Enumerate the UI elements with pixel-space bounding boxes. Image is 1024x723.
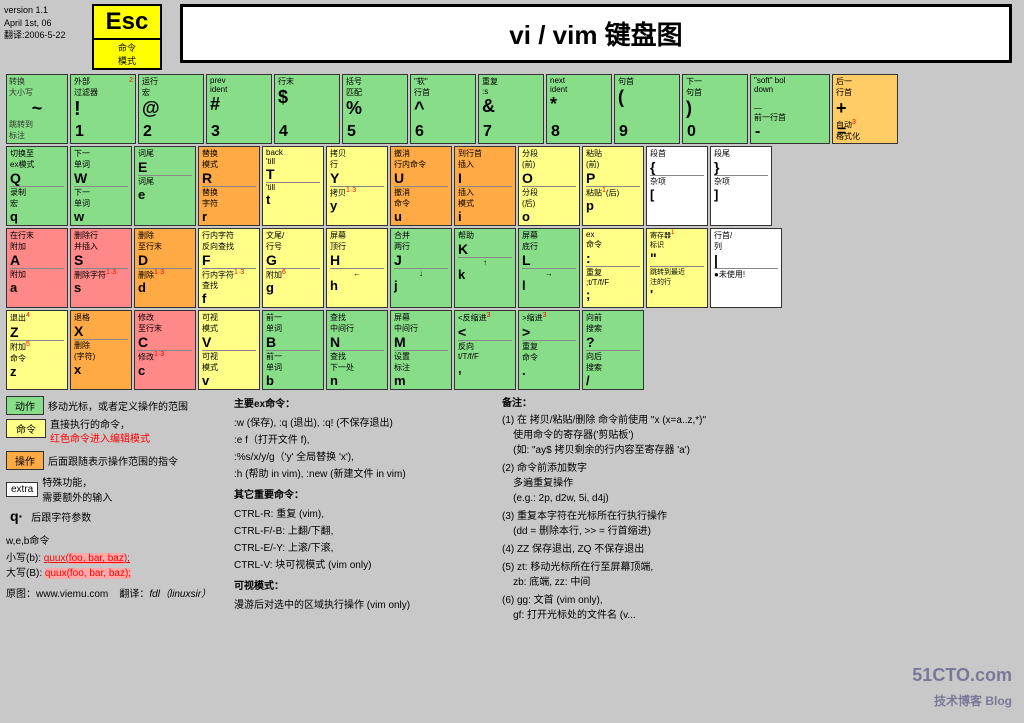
key-p: 粘贴(前) P 粘贴1(后) p	[582, 146, 644, 226]
source-row: 原图：www.viemu.com 翻译：fdl（linuxsir）	[6, 585, 226, 600]
asdf-row: 在行末附加 A 附加 a 删除行并插入 S 删除字符1·3 s 删除至行末 D …	[6, 228, 1020, 309]
zxcv-row: 退出4 Z 附加5命令 z 退格 X 删除(字符) x 修改至行末 C 修改1·…	[6, 310, 1020, 390]
legend-extra-desc: 特殊功能，需要额外的输入	[42, 474, 112, 504]
key-brace-open: 段首 { 杂项 [	[646, 146, 708, 226]
version-info: version 1.1 April 1st, 06 翻译:2006-5-22	[4, 4, 92, 42]
key-t: back'till T 'till t	[262, 146, 324, 226]
key-4: 行末 $ 4	[274, 74, 340, 144]
tilde-key: 转换大小写 ~ 跳转到标注	[6, 74, 68, 144]
esc-label: 命令 模式	[92, 40, 162, 70]
key-question: 向前搜索 ? 向后搜索 /	[582, 310, 644, 390]
key-e: 词尾 E 词尾 e	[134, 146, 196, 226]
legend-q: q·	[6, 508, 27, 524]
key-g: 文尾/行号 G 附加6 g	[262, 228, 324, 309]
key-c: 修改至行末 C 修改1·3 c	[134, 310, 196, 390]
key-0: 下一句首 ) 0	[682, 74, 748, 144]
key-lt: <反缩进3 < 反向t/T/f/F ,	[454, 310, 516, 390]
lower-b-row: 小写(b): quux(foo, bar, baz);	[6, 549, 226, 564]
key-9: 句首 ( 9	[614, 74, 680, 144]
key-o: 分段(前) O 分段(后) o	[518, 146, 580, 226]
commands-col: 主要ex命令： :w (保存), :q (退出), :q! (不保存退出) :e…	[234, 396, 494, 623]
key-m: 屏幕中间行 M 设置标注 m	[390, 310, 452, 390]
key-q: 切换至ex模式 Q 录制宏 q	[6, 146, 68, 226]
key-k: 帮助 K ↑ k	[454, 228, 516, 309]
key-j: 合并两行 J ↓ j	[390, 228, 452, 309]
legend-action-desc: 移动光标，或者定义操作的范围	[48, 398, 188, 413]
key-3: prevident # 3	[206, 74, 272, 144]
key-b: 前一单词 B 前一单词 b	[262, 310, 324, 390]
legend-command: 命令	[6, 419, 46, 438]
wb-command: w,e,b命令	[6, 532, 226, 547]
key-u: 撤消行内命令 U 撤消命令 u	[390, 146, 452, 226]
legend-col: 动作 移动光标，或者定义操作的范围 命令 直接执行的命令，红色命令进入编辑模式 …	[6, 396, 226, 623]
key-colon: ex命令 : 重复;t/T/f/F ;	[582, 228, 644, 309]
key-z: 退出4 Z 附加5命令 z	[6, 310, 68, 390]
legend-action: 动作	[6, 396, 44, 415]
key-1: 外部过滤器 ! 1 2	[70, 74, 136, 144]
watermark: 51CTO.com技术博客 Blog	[912, 664, 1012, 711]
info-section: 动作 移动光标，或者定义操作的范围 命令 直接执行的命令，红色命令进入编辑模式 …	[6, 396, 1020, 623]
key-backslash: 行首/列 | ●未使用!	[710, 228, 782, 309]
key-7: 重复:s & 7	[478, 74, 544, 144]
key-f: 行内字符反向查找 F 行内字符1·3查找 f	[198, 228, 260, 309]
qwerty-row: 切换至ex模式 Q 录制宏 q 下一单词 W 下一单词 w 词尾 E 词尾 e …	[6, 146, 1020, 226]
key-quote: 寄存器1标识 " 跳转到最近注的行 '	[646, 228, 708, 309]
key-5: 括号匹配 % 5	[342, 74, 408, 144]
upper-b-row: 大写(B): quux(foo, bar, baz);	[6, 564, 226, 579]
key-a: 在行末附加 A 附加 a	[6, 228, 68, 309]
key-i: 到行首插入 I 插入模式 i	[454, 146, 516, 226]
header-row: version 1.1 April 1st, 06 翻译:2006-5-22 E…	[4, 4, 1020, 70]
key-y: 拷贝行 Y 拷贝1·3 y	[326, 146, 388, 226]
key-w: 下一单词 W 下一单词 w	[70, 146, 132, 226]
key-n: 查找中间行 N 查找下一处 n	[326, 310, 388, 390]
key-equals: 后一行首 + 自动3格式化 =	[832, 74, 898, 144]
key-d: 删除至行末 D 删除1·3 d	[134, 228, 196, 309]
key-2: 运行宏 @ 2	[138, 74, 204, 144]
key-minus: "soft" boldown _ 前一行首 -	[750, 74, 830, 144]
legend-operation-desc: 后面跟随表示操作范围的指令	[48, 453, 178, 468]
key-h: 屏幕顶行 H ← h	[326, 228, 388, 309]
legend-command-desc: 直接执行的命令，红色命令进入编辑模式	[50, 419, 150, 447]
key-v: 可视模式 V 可视模式 v	[198, 310, 260, 390]
legend-extra: extra	[6, 482, 38, 497]
main-container: version 1.1 April 1st, 06 翻译:2006-5-22 E…	[0, 0, 1024, 723]
key-6: "软"行首 ^ 6	[410, 74, 476, 144]
notes-col: 备注： (1) 在 拷贝/粘贴/删除 命令前使用 "x (x=a..z,*)" …	[502, 396, 1020, 623]
key-brace-close: 段尾 } 杂项 ]	[710, 146, 772, 226]
key-r: 替换模式 R 替换字符 r	[198, 146, 260, 226]
legend-q-desc: 后跟字符参数	[31, 509, 91, 524]
key-8: nextident * 8	[546, 74, 612, 144]
key-x: 退格 X 删除(字符) x	[70, 310, 132, 390]
key-s: 删除行并插入 S 删除字符1·3 s	[70, 228, 132, 309]
title: vi / vim 键盘图	[180, 4, 1012, 63]
legend-operation: 操作	[6, 451, 44, 470]
key-l: 屏幕底行 L → l	[518, 228, 580, 309]
key-gt: >缩进3 > 重复命令 .	[518, 310, 580, 390]
number-row: 转换大小写 ~ 跳转到标注 外部过滤器 ! 1 2 运行宏 @ 2 previd…	[6, 74, 1020, 144]
esc-key: Esc	[92, 4, 162, 40]
